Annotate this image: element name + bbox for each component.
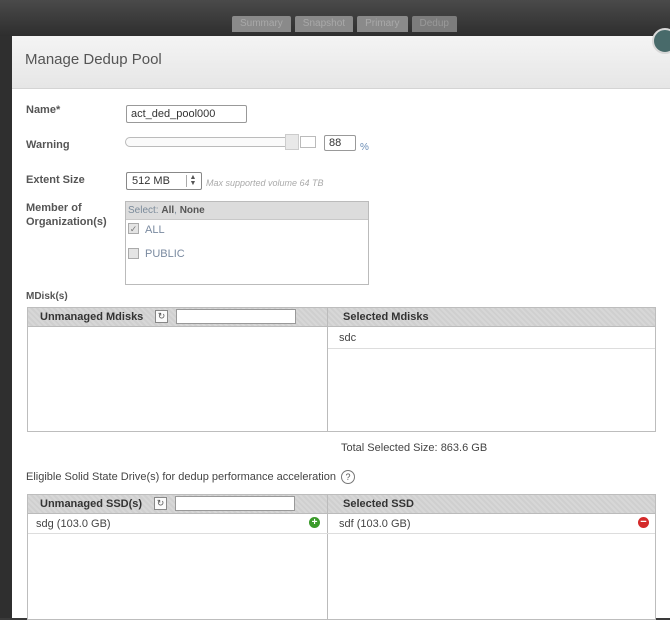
ssd-section-label: Eligible Solid State Drive(s) for dedup …	[26, 470, 356, 484]
org-select-none-link[interactable]: None	[180, 205, 205, 216]
manage-dedup-pool-dialog: Manage Dedup Pool Name* act_ded_pool000 …	[12, 28, 670, 620]
warning-label: Warning	[26, 139, 70, 151]
ssd-panel: Unmanaged SSD(s) ↻ Selected SSD sdg (103…	[27, 494, 656, 620]
warning-slider-handle[interactable]	[285, 134, 299, 150]
org-select-separator: ,	[174, 205, 177, 216]
row-divider	[328, 348, 655, 349]
ssd-filter-input[interactable]	[175, 496, 295, 511]
ssd-section-text: Eligible Solid State Drive(s) for dedup …	[26, 470, 336, 483]
warning-slider[interactable]	[125, 137, 297, 147]
background-edge	[0, 36, 12, 618]
org-public-label: PUBLIC	[145, 248, 185, 260]
name-field[interactable]: act_ded_pool000	[126, 105, 247, 123]
top-bar: Summary Snapshot Primary Dedup	[0, 0, 670, 36]
org-select-header: Select: All, None	[126, 202, 368, 220]
unmanaged-ssd-title: Unmanaged SSD(s)	[40, 498, 143, 510]
mdisks-filter-input[interactable]	[176, 309, 296, 324]
tab-dedup[interactable]: Dedup	[411, 16, 457, 32]
extent-size-select[interactable]: 512 MB ▲ ▼	[126, 172, 202, 190]
warning-unit: %	[360, 142, 369, 153]
remove-icon[interactable]: −	[638, 517, 649, 528]
dialog-title: Manage Dedup Pool	[25, 51, 162, 68]
organizations-label: Organization(s)	[26, 216, 107, 228]
mdisks-divider	[327, 308, 328, 431]
extent-size-value: 512 MB	[132, 175, 170, 187]
tab-snapshot[interactable]: Snapshot	[294, 16, 354, 32]
extent-size-label: Extent Size	[26, 174, 85, 186]
org-all-label: ALL	[145, 224, 165, 236]
selected-ssd-title: Selected SSD	[343, 498, 414, 510]
refresh-icon[interactable]: ↻	[154, 497, 167, 510]
warning-slider-end	[300, 136, 316, 148]
mdisks-section-label: MDisk(s)	[26, 291, 68, 302]
tab-summary[interactable]: Summary	[232, 16, 291, 32]
org-public-checkbox[interactable]	[128, 248, 139, 259]
row-divider	[28, 533, 655, 534]
nav-tabs: Summary Snapshot Primary Dedup	[232, 16, 457, 32]
total-selected-value: 863.6 GB	[440, 442, 488, 454]
selected-ssd-item[interactable]: sdf (103.0 GB)	[339, 518, 411, 530]
unmanaged-ssd-item[interactable]: sdg (103.0 GB)	[36, 518, 111, 530]
org-all-checkbox[interactable]: ✓	[128, 223, 139, 234]
stepper-arrows-icon[interactable]: ▲ ▼	[186, 174, 199, 187]
organization-list: Select: All, None	[125, 201, 369, 285]
warning-value-field[interactable]: 88	[324, 135, 356, 151]
check-icon: ✓	[129, 224, 138, 234]
org-select-prefix: Select:	[128, 205, 159, 216]
org-select-all-link[interactable]: All	[161, 205, 174, 216]
tab-primary[interactable]: Primary	[357, 16, 408, 32]
ssd-divider	[327, 495, 328, 619]
selected-mdisk-item[interactable]: sdc	[339, 332, 356, 344]
refresh-icon[interactable]: ↻	[155, 310, 168, 323]
total-selected-label: Total Selected Size:	[341, 442, 438, 454]
selected-mdisks-title: Selected Mdisks	[343, 311, 429, 323]
extent-hint: Max supported volume 64 TB	[206, 178, 324, 188]
total-selected-size: Total Selected Size: 863.6 GB	[341, 442, 487, 454]
name-label: Name*	[26, 104, 61, 116]
member-of-label: Member of	[26, 202, 82, 214]
help-icon[interactable]: ?	[341, 470, 356, 484]
mdisks-panel: Unmanaged Mdisks ↻ Selected Mdisks sdc	[27, 307, 656, 432]
unmanaged-mdisks-title: Unmanaged Mdisks	[40, 311, 144, 323]
add-icon[interactable]: +	[309, 517, 320, 528]
